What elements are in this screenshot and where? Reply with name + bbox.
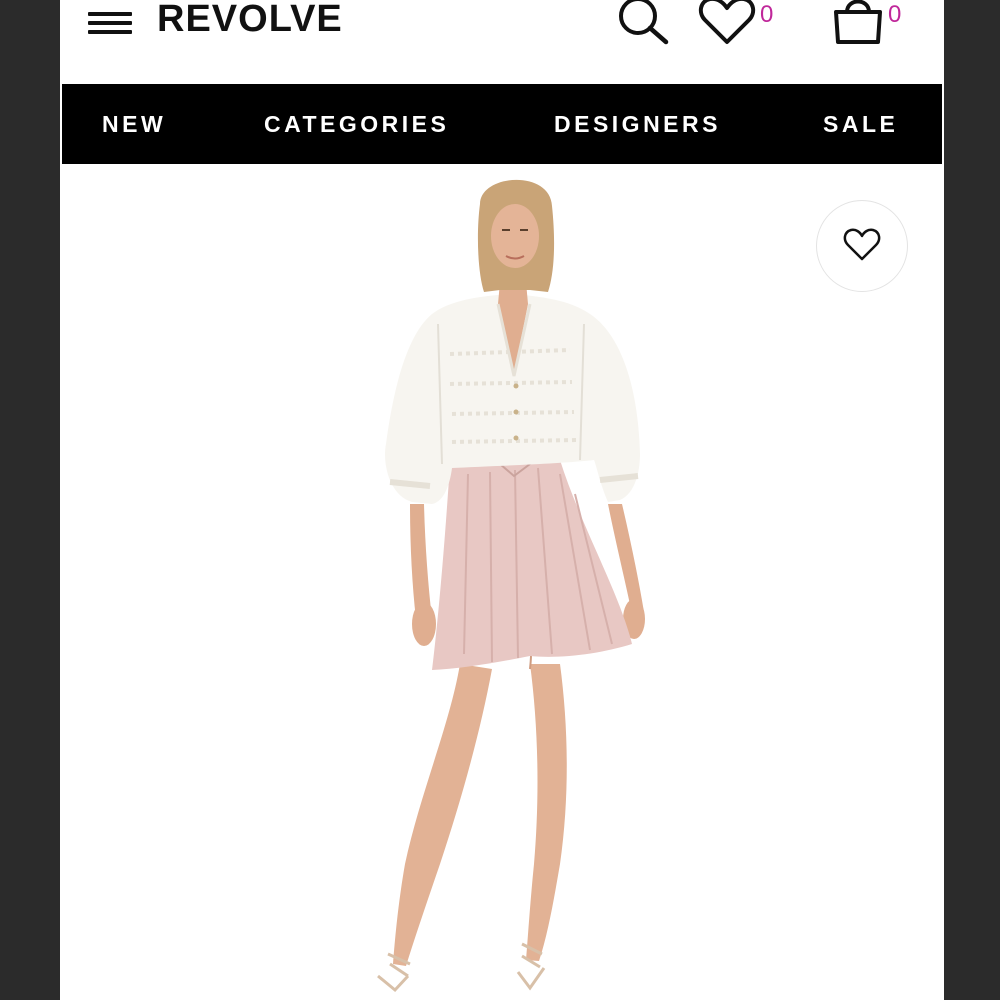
- brand-logo[interactable]: REVOLVE: [157, 0, 343, 44]
- cart-count: 0: [888, 1, 902, 28]
- hamburger-menu-button[interactable]: [88, 5, 132, 37]
- shopping-bag-icon: [834, 0, 882, 44]
- nav-categories[interactable]: CATEGORIES: [264, 84, 449, 164]
- nav-new[interactable]: NEW: [102, 84, 166, 164]
- site-header: REVOLVE 0 0: [60, 0, 944, 84]
- product-image[interactable]: [60, 164, 944, 1000]
- hamburger-menu-icon: [88, 12, 132, 16]
- main-navigation: NEW CATEGORIES DESIGNERS SALE: [62, 84, 942, 164]
- phone-screen: REVOLVE 0 0 NEW CATEGORIES DESIGNERS SAL…: [60, 0, 944, 1000]
- heart-icon: [698, 0, 756, 44]
- nav-designers[interactable]: DESIGNERS: [554, 84, 721, 164]
- search-icon: [619, 0, 669, 45]
- search-button[interactable]: [616, 0, 672, 48]
- nav-sale[interactable]: SALE: [823, 84, 898, 164]
- cart-button[interactable]: [830, 0, 886, 48]
- heart-outline-icon: [843, 228, 881, 261]
- add-to-favorites-button[interactable]: [816, 200, 908, 292]
- wishlist-button[interactable]: [696, 0, 758, 48]
- product-image-area: [60, 164, 944, 1000]
- wishlist-count: 0: [760, 1, 774, 28]
